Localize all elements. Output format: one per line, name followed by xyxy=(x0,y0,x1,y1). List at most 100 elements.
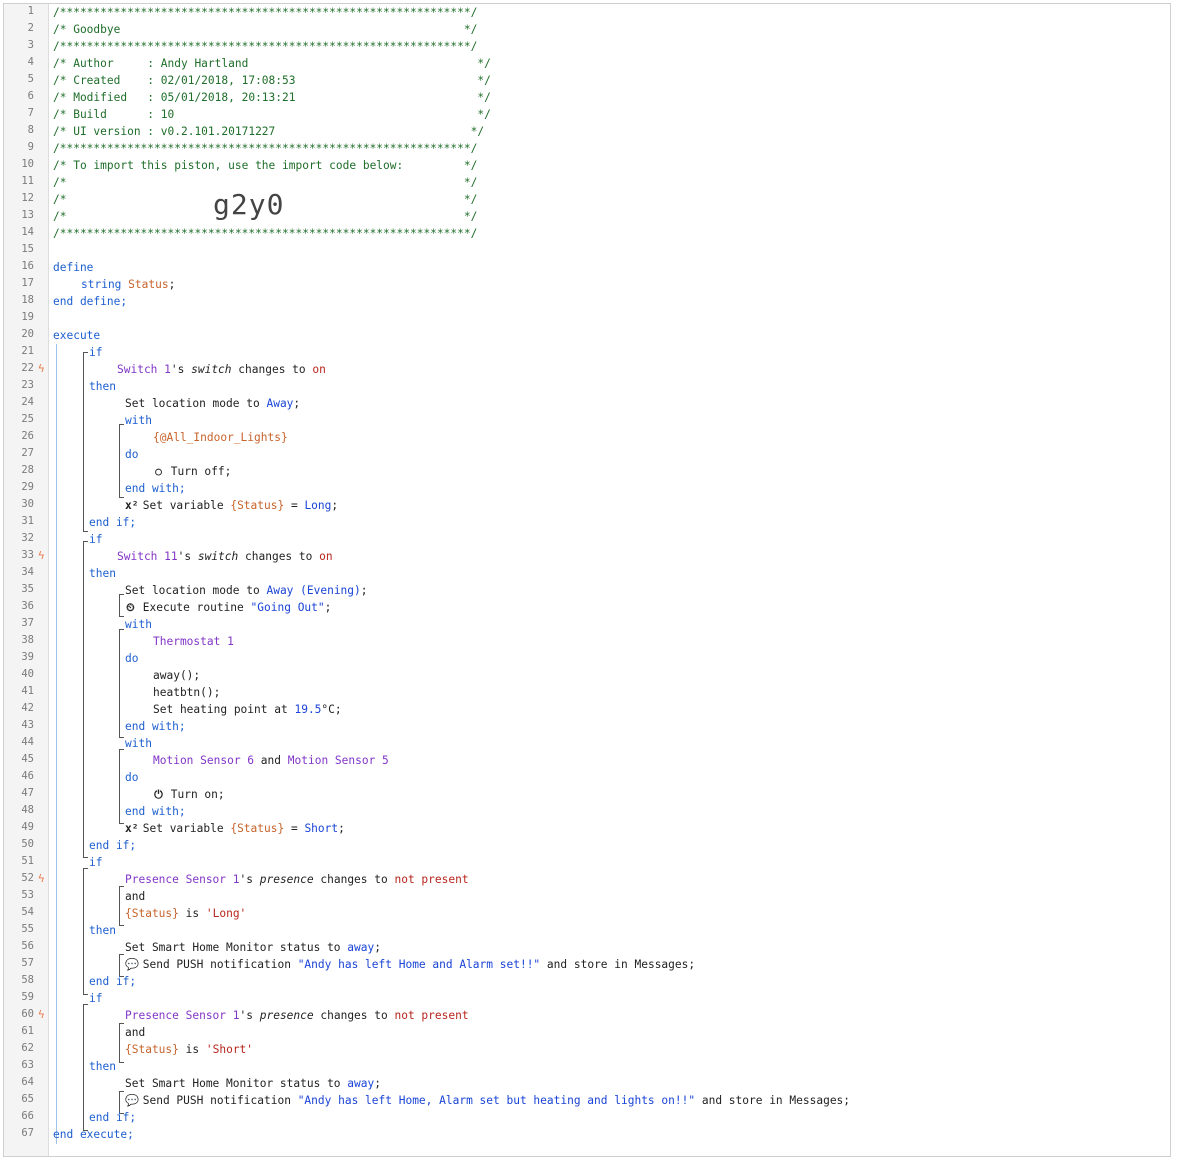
line-number: 10 xyxy=(21,158,34,170)
line-number: 44 xyxy=(21,736,34,748)
and-operator[interactable]: and xyxy=(125,888,145,905)
condition-presence[interactable]: Presence Sensor 1's presence changes to … xyxy=(125,871,469,888)
if-keyword[interactable]: if xyxy=(89,990,102,1007)
with-block-bracket xyxy=(119,424,124,498)
header-ui-version: /* UI version : v0.2.101.20171227 */ xyxy=(53,125,485,138)
condition-switch11[interactable]: Switch 11's switch changes to on xyxy=(117,548,333,565)
statement-send-push[interactable]: 💬 Send PUSH notification "Andy has left … xyxy=(125,956,695,973)
header-modified: /* Modified : 05/01/2018, 20:13:21 */ xyxy=(53,91,491,104)
line-number: 37 xyxy=(21,617,34,629)
line-number: 33 xyxy=(21,549,34,561)
line-number-gutter: 1 2 3 4 5 6 7 8 9 10 11 12 13 14 15 16 17 18 19 20 21 22 23 24 2… xyxy=(4,4,49,1156)
line-number: 26 xyxy=(21,430,34,442)
task-turn-on[interactable]: ⏻ Turn on; xyxy=(153,786,225,803)
routine-clock-icon: ⏲ xyxy=(126,601,135,614)
line-number: 7 xyxy=(27,107,34,119)
line-number: 45 xyxy=(21,753,34,765)
end-if-keyword: end if; xyxy=(89,1111,137,1124)
end-if-keyword: end if; xyxy=(89,839,137,852)
if-block-bracket xyxy=(83,541,88,858)
trigger-bolt-icon: ϟ xyxy=(38,549,45,562)
device-all-indoor-lights[interactable]: {@All_Indoor_Lights} xyxy=(153,429,288,446)
device-motion-sensors[interactable]: Motion Sensor 6 and Motion Sensor 5 xyxy=(153,752,389,769)
line-number: 3 xyxy=(27,39,34,51)
condition-presence[interactable]: Presence Sensor 1's presence changes to … xyxy=(125,1007,469,1024)
header-build: /* Build : 10 */ xyxy=(53,108,491,121)
statement-set-location[interactable]: Set location mode to Away; xyxy=(125,395,300,412)
condition-status[interactable]: {Status} is 'Long' xyxy=(125,905,246,922)
statement-execute-routine[interactable]: ⏲ Execute routine "Going Out"; xyxy=(125,599,331,616)
if-keyword[interactable]: if xyxy=(89,531,102,548)
line-number: 61 xyxy=(21,1025,34,1037)
variable-name[interactable]: Status xyxy=(128,278,168,291)
line-number: 59 xyxy=(21,991,34,1003)
end-if-keyword: end if; xyxy=(89,975,137,988)
end-execute-keyword: end execute; xyxy=(53,1128,134,1141)
end-with-keyword: end with; xyxy=(125,482,186,495)
task-away[interactable]: away(); xyxy=(153,667,200,684)
statement-set-shm[interactable]: Set Smart Home Monitor status to away; xyxy=(125,939,381,956)
if-keyword[interactable]: if xyxy=(89,854,102,871)
line-number: 36 xyxy=(21,600,34,612)
line-number: 50 xyxy=(21,838,34,850)
with-block-bracket xyxy=(119,629,124,738)
end-define-keyword: end define; xyxy=(53,295,128,308)
power-on-icon: ⏻ xyxy=(154,788,163,801)
line-number: 16 xyxy=(21,260,34,272)
statement-set-shm[interactable]: Set Smart Home Monitor status to away; xyxy=(125,1075,381,1092)
variable-x2-icon: x² xyxy=(125,499,139,512)
line-number: 18 xyxy=(21,294,34,306)
statement-set-location[interactable]: Set location mode to Away (Evening); xyxy=(125,582,368,599)
import-code[interactable]: g2y0 xyxy=(213,188,284,221)
line-number: 17 xyxy=(21,277,34,289)
if-block-bracket xyxy=(83,1004,88,1131)
line-number: 65 xyxy=(21,1093,34,1105)
task-turn-off[interactable]: ○ Turn off; xyxy=(153,463,231,480)
condition-switch1[interactable]: Switch 1's switch changes to on xyxy=(117,361,326,378)
device-thermostat[interactable]: Thermostat 1 xyxy=(153,633,234,650)
trigger-bolt-icon: ϟ xyxy=(38,1008,45,1021)
line-number: 19 xyxy=(21,311,34,323)
line-number: 8 xyxy=(27,124,34,136)
condition-status[interactable]: {Status} is 'Short' xyxy=(125,1041,253,1058)
line-number: 28 xyxy=(21,464,34,476)
header-title: /* Goodbye */ xyxy=(53,23,478,36)
do-keyword: do xyxy=(125,448,139,461)
with-keyword[interactable]: with xyxy=(125,735,152,752)
variable-x2-icon: x² xyxy=(125,822,139,835)
line-number: 23 xyxy=(21,379,34,391)
speech-bubble-icon: 💬 xyxy=(125,1094,139,1107)
line-number: 31 xyxy=(21,515,34,527)
trigger-bolt-icon: ϟ xyxy=(38,362,45,375)
condition-group-bracket xyxy=(119,886,124,926)
if-keyword[interactable]: if xyxy=(89,344,102,361)
then-keyword: then xyxy=(89,1060,116,1073)
task-heatbtn[interactable]: heatbtn(); xyxy=(153,684,220,701)
end-with-keyword: end with; xyxy=(125,805,186,818)
header-stars: /***************************************… xyxy=(53,40,478,53)
line-number: 11 xyxy=(21,175,34,187)
line-number: 56 xyxy=(21,940,34,952)
with-keyword[interactable]: with xyxy=(125,412,152,429)
statement-set-variable[interactable]: x² Set variable {Status} = Short; xyxy=(125,820,345,837)
line-number: 34 xyxy=(21,566,34,578)
line-number: 63 xyxy=(21,1059,34,1071)
line-number: 64 xyxy=(21,1076,34,1088)
statement-send-push[interactable]: 💬 Send PUSH notification "Andy has left … xyxy=(125,1092,850,1109)
and-operator[interactable]: and xyxy=(125,1024,145,1041)
with-block-bracket xyxy=(119,749,124,824)
with-keyword[interactable]: with xyxy=(125,616,152,633)
execute-guide-line xyxy=(56,344,57,1144)
line-number: 46 xyxy=(21,770,34,782)
statement-set-variable[interactable]: x² Set variable {Status} = Long; xyxy=(125,497,338,514)
line-number: 32 xyxy=(21,532,34,544)
line-number: 1 xyxy=(27,5,34,17)
line-number: 48 xyxy=(21,804,34,816)
task-set-heating[interactable]: Set heating point at 19.5°C; xyxy=(153,701,342,718)
line-number: 51 xyxy=(21,855,34,867)
line-number: 60 xyxy=(21,1008,34,1020)
line-number: 15 xyxy=(21,243,34,255)
trigger-bolt-icon: ϟ xyxy=(38,872,45,885)
end-with-keyword: end with; xyxy=(125,720,186,733)
line-number: 38 xyxy=(21,634,34,646)
